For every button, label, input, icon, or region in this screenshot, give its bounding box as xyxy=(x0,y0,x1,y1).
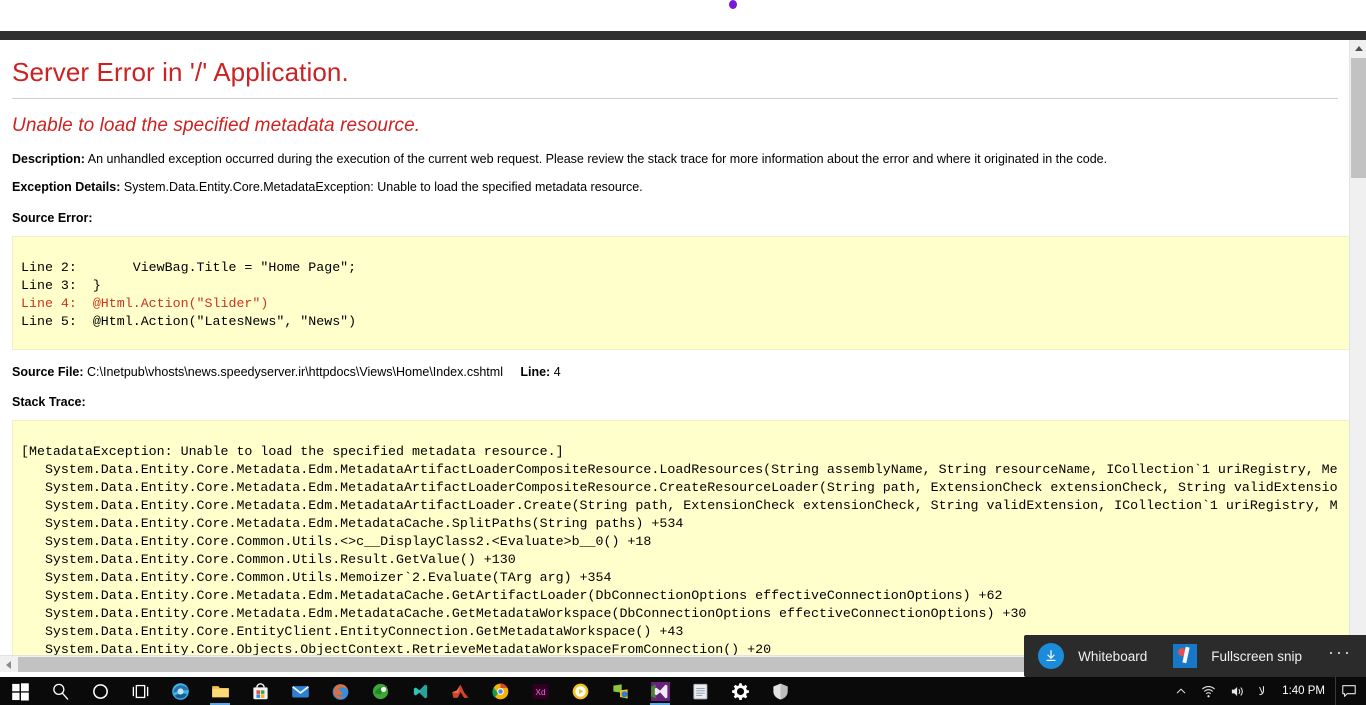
taskbar-adobe-xd[interactable]: Xd xyxy=(520,677,560,705)
taskbar-notepad[interactable] xyxy=(680,677,720,705)
speaker-icon xyxy=(1231,686,1243,696)
purple-dot-indicator xyxy=(729,0,737,9)
media-player-icon xyxy=(572,683,588,699)
exception-label: Exception Details: xyxy=(12,180,121,195)
description-text: An unhandled exception occurred during t… xyxy=(87,151,1108,166)
navicat-icon xyxy=(372,683,388,699)
matlab-icon xyxy=(451,684,469,698)
source-error-label: Source Error: xyxy=(12,210,93,225)
code-before: Line 2: ViewBag.Title = "Home Page"; Lin… xyxy=(21,259,357,293)
taskbar-chrome[interactable] xyxy=(480,677,520,705)
top-dark-band xyxy=(0,31,1366,40)
google-chrome-icon xyxy=(492,683,508,699)
error-subtitle: Unable to load the specified metadata re… xyxy=(12,114,421,136)
taskbar-file-explorer[interactable] xyxy=(200,677,240,705)
snip-more-button[interactable]: ··· xyxy=(1328,642,1358,671)
taskbar-visual-studio[interactable] xyxy=(640,677,680,705)
task-view-icon xyxy=(132,684,148,698)
search-icon xyxy=(52,683,68,700)
fullscreen-snip-button[interactable]: Fullscreen snip xyxy=(1173,644,1302,668)
scroll-up-arrow-icon[interactable] xyxy=(1350,40,1366,57)
mail-icon xyxy=(291,685,309,697)
taskbar-store[interactable] xyxy=(240,677,280,705)
firefox-icon xyxy=(332,683,348,700)
taskbar-clock[interactable]: 1:40 PM xyxy=(1272,677,1335,705)
page-title: Server Error in '/' Application. xyxy=(12,57,349,87)
taskbar-sql-server[interactable] xyxy=(600,677,640,705)
source-file-label: Source File: xyxy=(12,364,84,379)
source-file-paragraph: Source File: C:\Inetpub\vhosts\news.spee… xyxy=(12,350,1354,381)
start-button[interactable] xyxy=(0,677,40,705)
taskbar-icons: Xd xyxy=(0,677,800,705)
line-number: 4 xyxy=(553,364,561,379)
exception-paragraph: Exception Details: System.Data.Entity.Co… xyxy=(12,167,1354,196)
whiteboard-button[interactable]: Whiteboard xyxy=(1038,643,1147,669)
windows-start-icon xyxy=(11,682,29,701)
taskbar-settings[interactable] xyxy=(720,677,760,705)
tray-network[interactable] xyxy=(1194,677,1223,705)
chevron-up-icon xyxy=(1176,688,1185,694)
visual-studio-icon xyxy=(650,681,670,701)
shield-icon xyxy=(772,683,788,700)
settings-gear-icon xyxy=(731,682,749,700)
notification-icon xyxy=(1342,685,1356,697)
code-after: Line 5: @Html.Action("LatesNews", "News"… xyxy=(21,313,357,329)
stack-trace-label: Stack Trace: xyxy=(12,395,86,410)
snip-pen-icon xyxy=(1173,644,1198,668)
cortana-circle-icon xyxy=(92,683,108,699)
windows-taskbar: Xd لا 1:40 PM xyxy=(0,677,1366,705)
tray-volume[interactable] xyxy=(1223,677,1252,705)
notepad-icon xyxy=(692,683,707,699)
stack-trace-block: [MetadataException: Unable to load the s… xyxy=(12,420,1357,655)
taskbar-security[interactable] xyxy=(760,677,800,705)
scroll-left-arrow-icon[interactable] xyxy=(0,656,17,673)
taskbar-media-player[interactable] xyxy=(560,677,600,705)
cortana-button[interactable] xyxy=(80,677,120,705)
tray-language-indicator[interactable]: لا xyxy=(1252,677,1273,705)
browser-viewport: Server Error in '/' Application. Unable … xyxy=(0,40,1366,655)
vs-code-icon xyxy=(413,684,427,698)
description-label: Description: xyxy=(12,151,85,166)
fullscreen-snip-label: Fullscreen snip xyxy=(1211,648,1303,664)
whiteboard-label: Whiteboard xyxy=(1078,648,1148,664)
taskbar-matlab[interactable] xyxy=(440,677,480,705)
file-explorer-icon xyxy=(211,685,229,697)
task-view-button[interactable] xyxy=(120,677,160,705)
snip-toolbar: Whiteboard Fullscreen snip ··· xyxy=(1024,635,1366,677)
wifi-icon xyxy=(1201,685,1215,697)
taskbar-firefox[interactable] xyxy=(320,677,360,705)
asp-error-page: Server Error in '/' Application. Unable … xyxy=(0,40,1366,655)
tray-chevron-up[interactable] xyxy=(1168,677,1194,705)
taskbar-mail[interactable] xyxy=(280,677,320,705)
source-error-code: Line 2: ViewBag.Title = "Home Page"; Lin… xyxy=(12,235,1357,350)
exception-text: System.Data.Entity.Core.MetadataExceptio… xyxy=(123,180,643,195)
taskbar-navicat[interactable] xyxy=(360,677,400,705)
search-button[interactable] xyxy=(40,677,80,705)
download-circle-icon xyxy=(1038,643,1065,669)
system-tray: لا 1:40 PM xyxy=(1168,677,1366,705)
microsoft-edge-icon xyxy=(171,682,189,700)
description-paragraph: Description: An unhandled exception occu… xyxy=(12,137,1354,168)
code-highlight-line: Line 4: @Html.Action("Slider") xyxy=(21,295,269,311)
sql-server-icon xyxy=(612,683,628,699)
action-center-button[interactable] xyxy=(1336,677,1362,705)
line-label: Line: xyxy=(520,364,551,379)
adobe-xd-icon: Xd xyxy=(531,683,549,699)
vertical-scrollbar-thumb[interactable] xyxy=(1351,58,1366,178)
screen-root: Server Error in '/' Application. Unable … xyxy=(0,0,1366,705)
taskbar-edge[interactable] xyxy=(160,677,200,705)
microsoft-store-icon xyxy=(252,682,268,699)
taskbar-vscode[interactable] xyxy=(400,677,440,705)
vertical-scrollbar[interactable] xyxy=(1349,40,1366,655)
svg-text:Xd: Xd xyxy=(535,687,546,697)
source-file-path: C:\Inetpub\vhosts\news.speedyserver.ir\h… xyxy=(87,364,503,379)
